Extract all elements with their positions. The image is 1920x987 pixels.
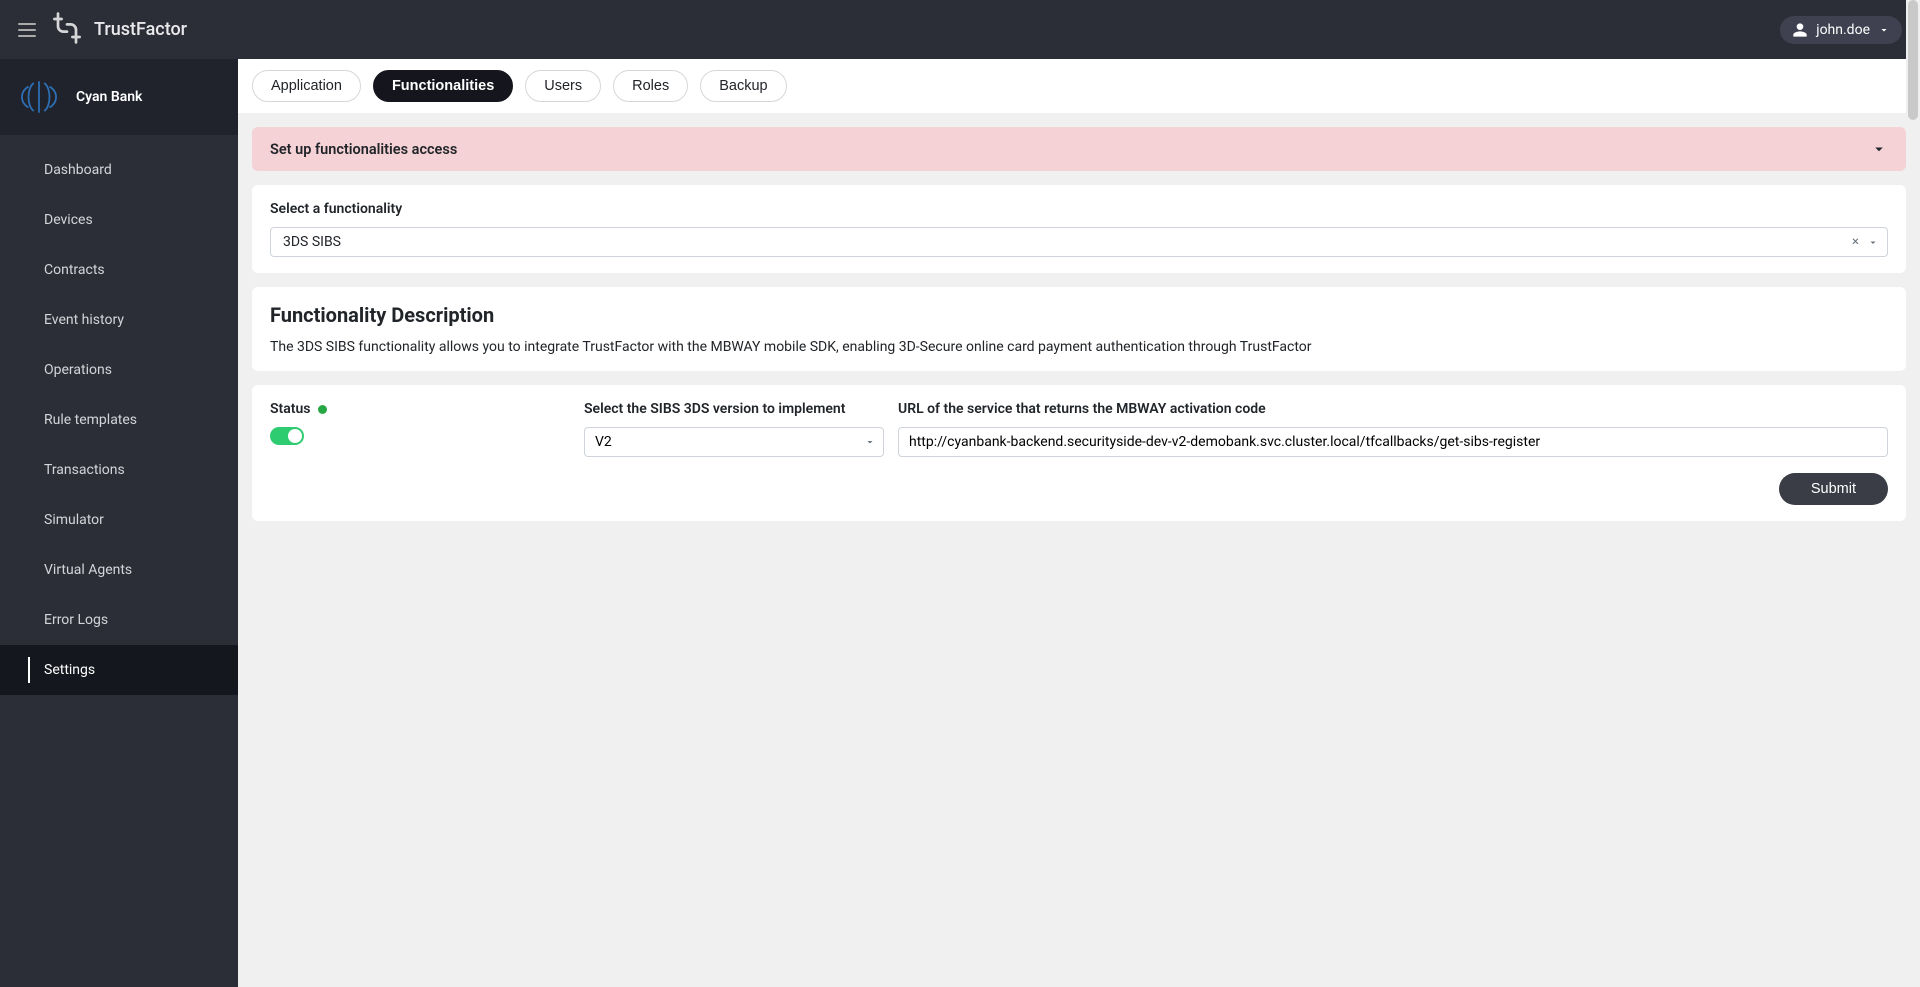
functionality-select-label: Select a functionality [270,201,1888,217]
sidebar-item-virtual-agents[interactable]: Virtual Agents [0,545,238,595]
app-name: TrustFactor [94,19,187,40]
version-label: Select the SIBS 3DS version to implement [584,401,845,417]
chevron-down-icon [1867,236,1879,248]
tab-functionalities[interactable]: Functionalities [373,70,513,102]
tab-roles[interactable]: Roles [613,70,688,102]
user-menu-button[interactable]: john.doe [1780,16,1902,44]
sidebar-nav: DashboardDevicesContractsEvent historyOp… [0,135,238,695]
sidebar-item-devices[interactable]: Devices [0,195,238,245]
org-logo-icon [14,72,64,122]
sidebar-item-settings[interactable]: Settings [0,645,238,695]
page-scrollbar[interactable] [1906,0,1920,987]
status-label: Status [270,401,310,417]
sidebar-item-event-history[interactable]: Event history [0,295,238,345]
url-input[interactable] [898,427,1888,457]
settings-tabbar: Application Functionalities Users Roles Back… [238,59,1920,113]
banner-title: Set up functionalities access [270,141,457,158]
setup-access-banner[interactable]: Set up functionalities access [252,127,1906,171]
tab-backup[interactable]: Backup [700,70,786,102]
tab-application[interactable]: Application [252,70,361,102]
sidebar-item-dashboard[interactable]: Dashboard [0,145,238,195]
brand-logo-icon [52,10,82,50]
sidebar: Cyan Bank DashboardDevicesContractsEvent… [0,59,238,987]
sidebar-item-error-logs[interactable]: Error Logs [0,595,238,645]
description-title: Functionality Description [270,303,1888,327]
version-select[interactable]: V2 [584,427,884,457]
sidebar-item-contracts[interactable]: Contracts [0,245,238,295]
functionality-form-card: Status Select the SIBS 3DS version to im… [252,385,1906,521]
org-name: Cyan Bank [76,89,142,105]
functionality-select-value: 3DS SIBS [283,234,341,250]
status-indicator-icon [318,405,327,414]
description-text: The 3DS SIBS functionality allows you to… [270,339,1888,355]
user-name: john.doe [1816,22,1870,38]
sidebar-item-transactions[interactable]: Transactions [0,445,238,495]
user-icon [1792,22,1808,38]
sidebar-item-operations[interactable]: Operations [0,345,238,395]
sidebar-item-rule-templates[interactable]: Rule templates [0,395,238,445]
brand: TrustFactor [52,10,187,50]
main: Application Functionalities Users Roles Back… [238,59,1920,987]
sidebar-item-simulator[interactable]: Simulator [0,495,238,545]
chevron-down-icon [1870,140,1888,158]
functionality-select[interactable]: 3DS SIBS × [270,227,1888,257]
functionality-select-card: Select a functionality 3DS SIBS × [252,185,1906,273]
tab-users[interactable]: Users [525,70,601,102]
functionality-description-card: Functionality Description The 3DS SIBS f… [252,287,1906,371]
topbar: TrustFactor john.doe [0,0,1920,59]
org-header[interactable]: Cyan Bank [0,59,238,135]
menu-toggle-button[interactable] [18,23,36,37]
url-label: URL of the service that returns the MBWA… [898,401,1266,417]
status-toggle[interactable] [270,427,304,445]
submit-button[interactable]: Submit [1779,473,1888,505]
chevron-down-icon [1878,24,1890,36]
clear-icon[interactable]: × [1852,235,1859,250]
